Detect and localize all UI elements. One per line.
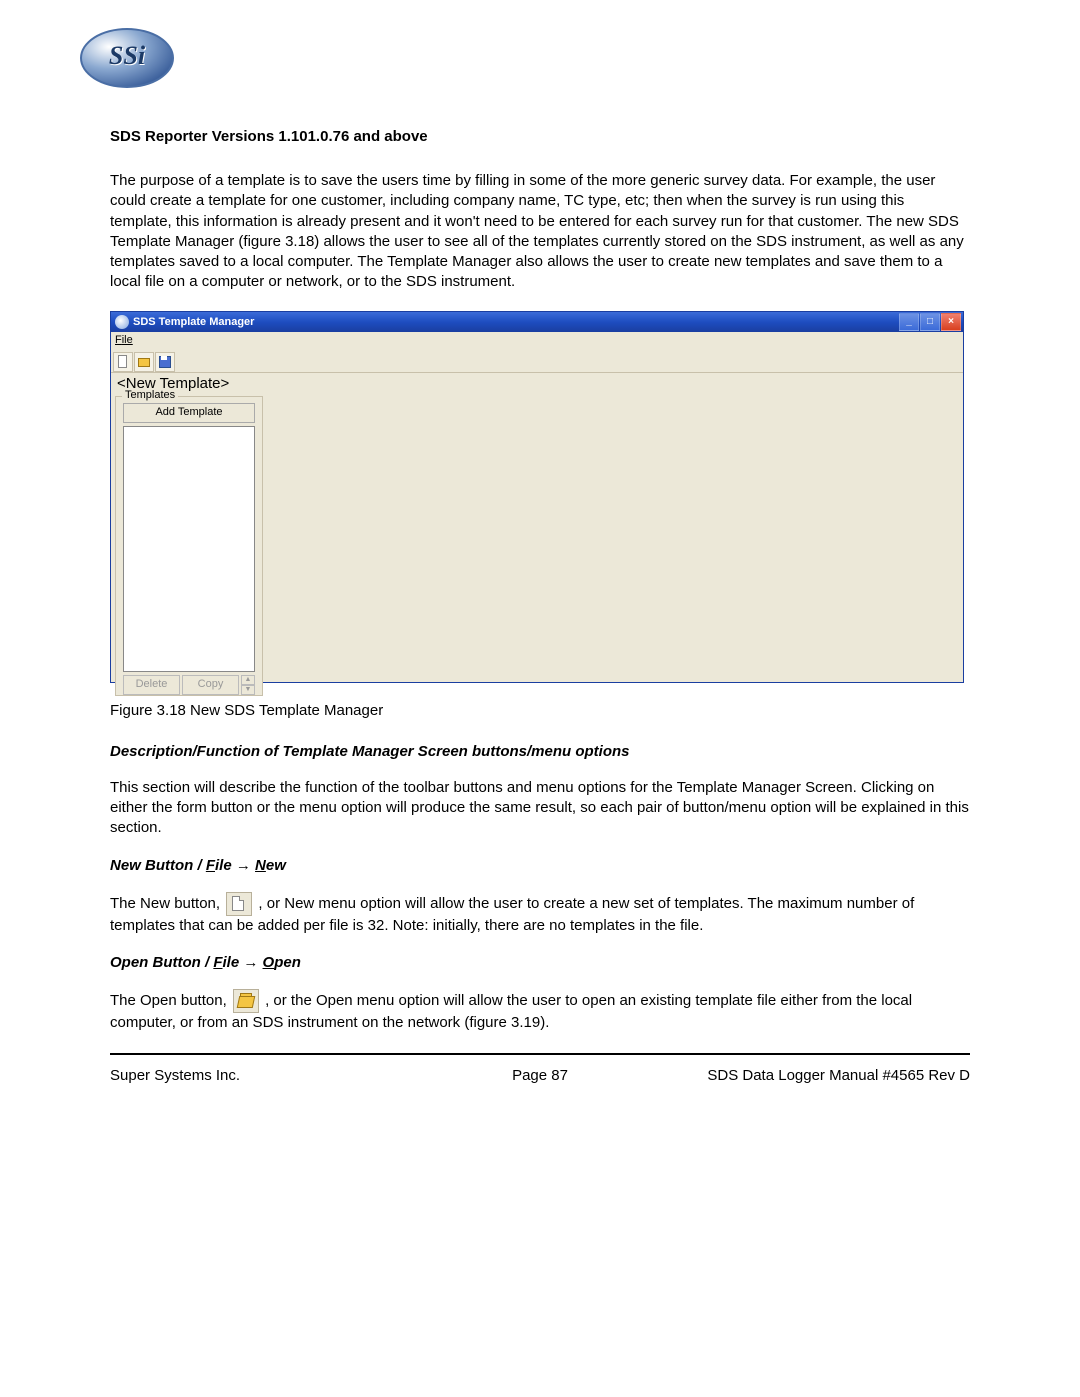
footer-right: SDS Data Logger Manual #4565 Rev D: [683, 1067, 970, 1084]
toolbar-open-button[interactable]: [134, 352, 154, 372]
new-file-icon: [226, 892, 252, 916]
figure-318-caption: Figure 3.18 New SDS Template Manager: [110, 701, 970, 721]
maximize-button[interactable]: □: [920, 313, 940, 331]
footer-center: Page 87: [397, 1067, 684, 1084]
section-open-heading: Open Button / File → Open: [110, 954, 970, 971]
open-paragraph: The Open button, , or the Open menu opti…: [110, 989, 970, 1033]
section-new-heading: New Button / File → New: [110, 857, 970, 874]
menubar: File: [111, 332, 963, 352]
minimize-button[interactable]: _: [899, 313, 919, 331]
toolbar: [111, 352, 963, 373]
footer-left: Super Systems Inc.: [110, 1067, 397, 1084]
new-paragraph: The New button, , or New menu option wil…: [110, 892, 970, 936]
intro-paragraph: The purpose of a template is to save the…: [110, 171, 970, 293]
templates-legend: Templates: [122, 389, 178, 401]
toolbar-new-button[interactable]: [113, 352, 133, 372]
close-button[interactable]: ×: [941, 313, 961, 331]
version-heading: SDS Reporter Versions 1.101.0.76 and abo…: [110, 128, 970, 145]
templates-listbox[interactable]: [123, 426, 255, 672]
toolbar-save-button[interactable]: [155, 352, 175, 372]
page-footer: Super Systems Inc. Page 87 SDS Data Logg…: [110, 1067, 970, 1084]
delete-button[interactable]: Delete: [123, 675, 180, 695]
logo-wrap: SSi: [80, 28, 970, 88]
template-name-label: <New Template>: [111, 373, 963, 396]
open-folder-icon: [233, 989, 259, 1013]
footer-separator: [110, 1053, 970, 1055]
ssi-logo: SSi: [80, 28, 174, 88]
titlebar: SDS Template Manager _ □ ×: [111, 312, 963, 332]
template-manager-window: SDS Template Manager _ □ × File <New Tem…: [110, 311, 964, 683]
templates-group: Templates Add Template Delete Copy ▲▼: [115, 396, 263, 696]
copy-button[interactable]: Copy: [182, 675, 239, 695]
add-template-button[interactable]: Add Template: [123, 403, 255, 423]
desc-paragraph: This section will describe the function …: [110, 778, 970, 839]
window-title: SDS Template Manager: [133, 316, 254, 328]
menu-file[interactable]: File: [115, 334, 133, 346]
reorder-spinner[interactable]: ▲▼: [241, 675, 255, 695]
section-desc-heading: Description/Function of Template Manager…: [110, 743, 970, 760]
app-icon: [115, 315, 129, 329]
